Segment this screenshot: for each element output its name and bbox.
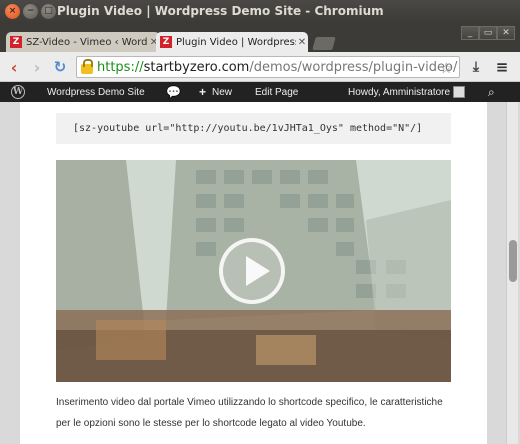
shortcode-block: [sz-youtube url="http://youtu.be/1vJHTa1… [56,113,451,144]
avatar [453,86,466,98]
tab-label: SZ-Video - Vimeo ‹ Wordp [26,36,148,48]
url-scheme: https:// [97,59,144,75]
page-scrollbar[interactable] [506,102,518,444]
reload-icon[interactable]: ↻ [50,57,70,77]
lock-icon [81,58,93,74]
restore-icon[interactable]: ▭ [479,26,497,40]
site-name-link[interactable]: Wordpress Demo Site [47,82,145,102]
forward-icon[interactable]: › [27,57,47,77]
new-content-button[interactable]: + New [199,82,232,102]
plus-icon: + [199,85,207,99]
url-path: /demos/wordpress/plugin-video/ [249,59,458,75]
startbyzero-favicon-icon: Z [160,36,172,48]
new-label: New [212,86,233,98]
scrollbar-thumb[interactable] [509,240,517,282]
url-host: startbyzero.com [143,59,250,75]
window-title: Plugin Video | Wordpress Demo Site - Chr… [57,4,384,18]
back-icon[interactable]: ‹ [4,57,24,77]
search-icon[interactable]: ⌕ [488,82,495,102]
startbyzero-favicon-icon: Z [10,36,22,48]
wordpress-logo-icon[interactable]: W [11,82,25,102]
browser-toolbar: ‹ › ↻ https://startbyzero.com/demos/word… [0,52,520,82]
download-icon[interactable]: ⤓ [466,57,486,77]
page-viewport: [sz-youtube url="http://youtu.be/1vJHTa1… [0,102,520,444]
howdy-label: Howdy, Amministratore [348,86,451,98]
tab-sz-video[interactable]: Z SZ-Video - Vimeo ‹ Wordp ✕ [6,32,160,52]
wp-admin-bar: W Wordpress Demo Site 💬 + New Edit Page … [0,82,520,102]
bookmark-star-icon[interactable]: ☆ [440,59,453,77]
tab-strip: Z SZ-Video - Vimeo ‹ Wordp ✕ Z Plugin Vi… [0,24,520,52]
video-player[interactable] [56,160,451,382]
play-button-icon[interactable] [219,238,285,304]
wordpress-logo-mark: W [11,85,25,99]
close-icon[interactable]: ✕ [497,26,515,40]
page-content: [sz-youtube url="http://youtu.be/1vJHTa1… [20,102,487,444]
window-controls: × − □ [5,4,56,19]
edit-page-link[interactable]: Edit Page [255,82,298,102]
tab-label: Plugin Video | Wordpress D [176,36,296,48]
minimize-icon[interactable]: _ [461,26,479,40]
address-bar[interactable]: https://startbyzero.com/demos/wordpress/… [76,56,460,78]
window-titlebar: × − □ Plugin Video | Wordpress Demo Site… [0,0,520,24]
menu-icon[interactable]: ≡ [492,57,512,77]
tab-plugin-video[interactable]: Z Plugin Video | Wordpress D ✕ [156,32,308,52]
close-tab-icon[interactable]: ✕ [296,37,308,48]
video-description: Inserimento video dal portale Vimeo util… [56,397,443,429]
comments-icon[interactable]: 💬 [166,82,181,102]
new-tab-button[interactable] [312,37,336,50]
close-window-button[interactable]: × [5,4,20,19]
minimize-window-button[interactable]: − [23,4,38,19]
maximize-window-button[interactable]: □ [41,4,56,19]
user-account-menu[interactable]: Howdy, Amministratore [348,82,466,102]
